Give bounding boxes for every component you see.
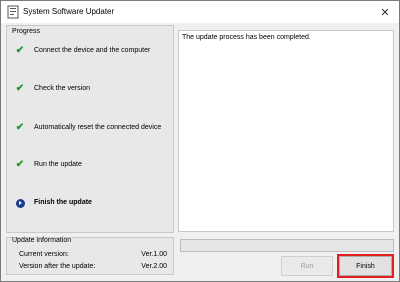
step-finish-update: Finish the update xyxy=(15,198,173,210)
update-info-legend: Update information xyxy=(12,237,72,244)
current-step-icon xyxy=(15,198,25,208)
progress-group: Progress ✔ Connect the device and the co… xyxy=(6,25,174,233)
step-label: Connect the device and the computer xyxy=(34,47,151,54)
checkmark-icon: ✔ xyxy=(15,122,25,133)
current-version-value: Ver.1.00 xyxy=(141,251,167,258)
checkmark-icon: ✔ xyxy=(15,45,25,56)
log-output[interactable]: The update process has been completed. xyxy=(178,30,394,232)
run-button[interactable]: Run xyxy=(281,256,333,276)
title-bar: System Software Updater ✕ xyxy=(1,1,399,23)
window-title: System Software Updater xyxy=(23,7,115,16)
step-check-version: ✔ Check the version xyxy=(15,84,173,96)
step-label: Automatically reset the connected device xyxy=(34,124,162,131)
app-icon xyxy=(7,5,19,19)
after-version-row: Version after the update: Ver.2.00 xyxy=(19,263,167,273)
update-info-group: Update information Current version: Ver.… xyxy=(6,237,174,275)
step-reset-device: ✔ Automatically reset the connected devi… xyxy=(15,123,173,135)
log-text: The update process has been completed. xyxy=(182,34,311,41)
close-icon[interactable]: ✕ xyxy=(371,1,399,23)
step-label: Check the version xyxy=(34,85,91,92)
current-version-label: Current version: xyxy=(19,251,69,258)
step-label: Finish the update xyxy=(34,199,92,206)
checkmark-icon: ✔ xyxy=(15,83,25,94)
current-version-row: Current version: Ver.1.00 xyxy=(19,251,167,261)
step-label: Run the update xyxy=(34,161,82,168)
progress-legend: Progress xyxy=(12,28,41,35)
step-connect: ✔ Connect the device and the computer xyxy=(15,46,173,58)
after-version-value: Ver.2.00 xyxy=(141,263,167,270)
finish-button[interactable]: Finish xyxy=(337,254,394,278)
step-run-update: ✔ Run the update xyxy=(15,160,173,172)
update-progress-bar xyxy=(180,239,394,252)
checkmark-icon: ✔ xyxy=(15,159,25,170)
updater-window: System Software Updater ✕ Progress ✔ Con… xyxy=(0,0,400,282)
after-version-label: Version after the update: xyxy=(19,263,96,270)
